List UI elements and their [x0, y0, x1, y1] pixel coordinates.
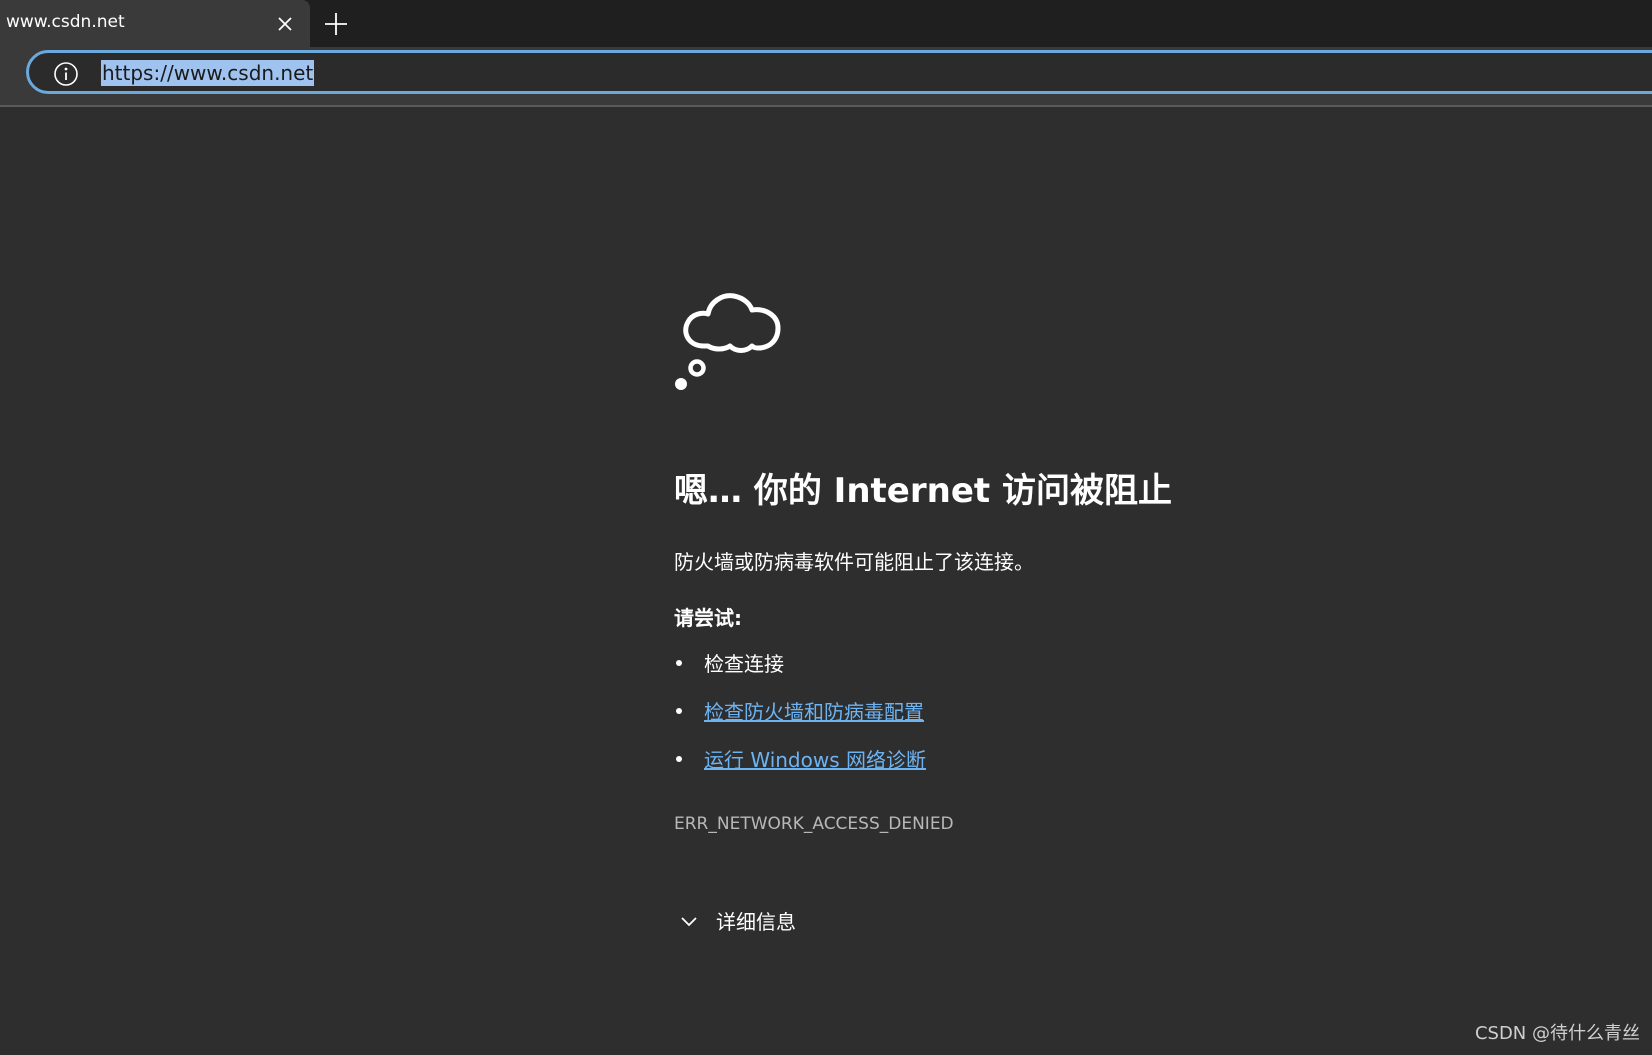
- try-label: 请尝试:: [674, 606, 742, 630]
- tab-title: www.csdn.net: [6, 12, 125, 32]
- firewall-config-link[interactable]: 检查防火墙和防病毒配置: [704, 696, 924, 725]
- details-toggle[interactable]: 详细信息: [674, 906, 834, 936]
- toolbar: https://www.csdn.net: [0, 47, 1652, 107]
- error-heading: 嗯… 你的 Internet 访问被阻止: [674, 471, 1172, 511]
- watermark: CSDN @待什么青丝: [1474, 1023, 1640, 1044]
- details-label: 详细信息: [716, 910, 796, 934]
- bullet: [676, 708, 682, 714]
- error-description: 防火墙或防病毒软件可能阻止了该连接。: [674, 550, 1034, 574]
- close-icon[interactable]: [274, 13, 296, 35]
- bullet: [676, 756, 682, 762]
- bullet: [676, 660, 682, 666]
- tab-active[interactable]: www.csdn.net: [0, 0, 310, 47]
- thought-cloud-icon: [675, 293, 781, 390]
- chevron-down-icon: [681, 917, 697, 927]
- address-bar[interactable]: https://www.csdn.net: [26, 50, 1652, 94]
- info-icon[interactable]: [53, 61, 79, 87]
- suggestion-text: 检查连接: [704, 652, 784, 676]
- error-code: ERR_NETWORK_ACCESS_DENIED: [674, 814, 954, 834]
- tab-strip: www.csdn.net: [0, 0, 1652, 47]
- plus-icon[interactable]: [322, 10, 350, 38]
- url-text[interactable]: https://www.csdn.net: [101, 60, 315, 86]
- network-diagnostics-link[interactable]: 运行 Windows 网络诊断: [704, 744, 926, 773]
